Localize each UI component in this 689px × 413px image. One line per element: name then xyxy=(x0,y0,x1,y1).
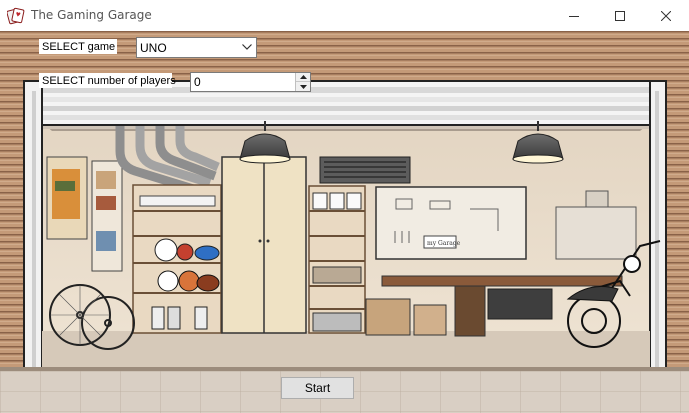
maximize-button[interactable] xyxy=(597,0,643,31)
arrow-down-icon xyxy=(299,84,307,89)
game-select-value: UNO xyxy=(140,41,167,55)
minimize-button[interactable] xyxy=(551,0,597,31)
chevron-down-icon xyxy=(242,44,252,50)
players-select-label: SELECT number of players xyxy=(39,73,176,88)
stepper-buttons xyxy=(295,73,310,91)
close-button[interactable] xyxy=(643,0,689,31)
maximize-icon xyxy=(615,10,625,21)
game-select-label: SELECT game xyxy=(39,39,117,54)
start-button[interactable]: Start xyxy=(281,377,354,399)
players-number-stepper[interactable]: 0 xyxy=(190,72,311,92)
arrow-up-icon xyxy=(299,75,307,79)
stepper-down-button[interactable] xyxy=(296,82,310,91)
window-title: The Gaming Garage xyxy=(31,8,152,22)
minimize-icon xyxy=(569,15,579,17)
stepper-up-button[interactable] xyxy=(296,73,310,82)
close-icon xyxy=(661,10,671,21)
players-number-value: 0 xyxy=(194,75,201,89)
game-select-dropdown[interactable]: UNO xyxy=(136,37,257,58)
garage-background-image: my Garage xyxy=(0,31,689,413)
client-area: my Garage SELECT game UNO SELECT number … xyxy=(0,31,689,413)
garage-sign-text: my Garage xyxy=(427,240,461,247)
title-bar: The Gaming Garage xyxy=(0,0,689,31)
playing-cards-icon xyxy=(7,7,25,25)
